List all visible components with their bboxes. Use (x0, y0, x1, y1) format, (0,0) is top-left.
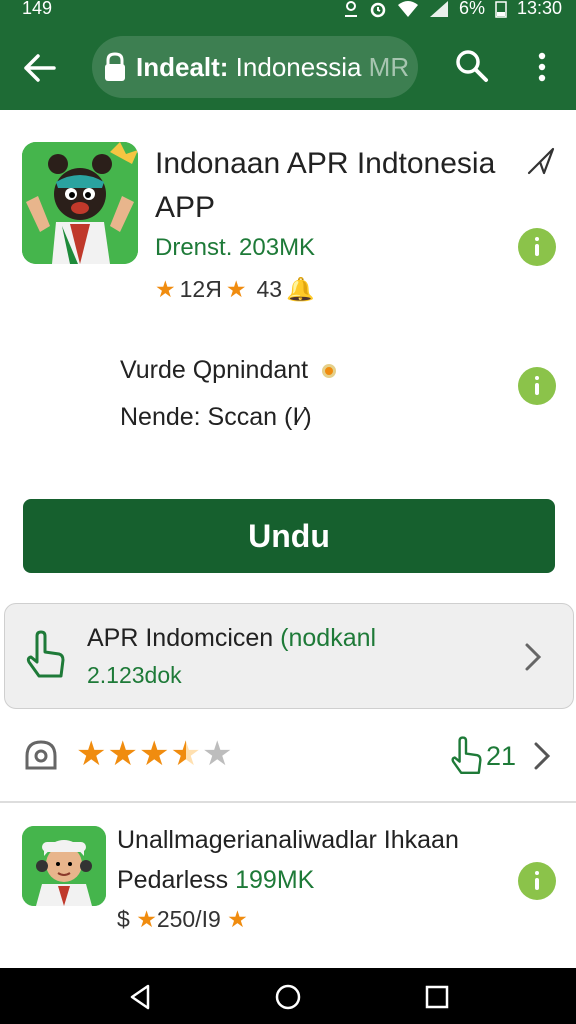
nav-back-button[interactable] (126, 982, 156, 1012)
install-button[interactable]: Undu (23, 499, 555, 573)
star-icon: ★ (138, 735, 171, 773)
lock-icon (105, 52, 125, 81)
triangle-back-icon (130, 984, 150, 1010)
list-item-rating: $ ★250/I9 ★ (117, 906, 248, 933)
divider (0, 801, 576, 803)
detail-line-1-text: Vurde Qpnindant (120, 356, 309, 384)
search-query-dim: MR (361, 52, 410, 82)
detail-line-2: Nende: Sccan (I⁄) (120, 403, 312, 431)
nav-home-button[interactable] (273, 982, 303, 1012)
location-icon (344, 0, 357, 17)
search-query: Indealt: Indonessia MR (136, 52, 409, 83)
search-icon (456, 50, 488, 82)
rating-badge-icon (25, 740, 57, 770)
related-app-title: APR Indomcicen (nodkanl (87, 624, 376, 653)
list-item-rating-value: 250/I9 (156, 906, 221, 932)
hand-pointer-icon (451, 736, 482, 774)
search-query-main: Indonessia (228, 52, 362, 82)
search-field[interactable]: Indealt: Indonessia MR (92, 36, 418, 98)
info-icon[interactable] (518, 862, 556, 900)
app-avatar-image (22, 826, 106, 906)
list-item-subtitle: Pedarless 199MK (117, 866, 314, 895)
share-button[interactable] (526, 146, 556, 176)
detail-line-1: Vurde Qpnindant (120, 356, 337, 385)
list-item-sub-size: 199MK (235, 866, 315, 894)
more-options-button[interactable] (528, 46, 556, 90)
like-count: 21 (486, 740, 517, 771)
star-icon: ★ (227, 906, 248, 932)
nav-recents-button[interactable] (422, 982, 452, 1012)
battery-percent: 6% (458, 0, 485, 18)
system-nav-bar (0, 968, 576, 1024)
app-icon (22, 142, 138, 264)
list-item-sub-prefix: Pedarless (117, 866, 229, 894)
wifi-icon (397, 0, 418, 17)
star-icon: ★ (107, 735, 139, 773)
app-rating: ★ 12Я ★ 43 🔔 (155, 276, 315, 303)
related-app-subtitle: 2.123dok (87, 662, 182, 688)
star-icon: ★ (225, 276, 247, 302)
app-title: Indonaan APR Indtonesia APP (155, 147, 496, 224)
star-icon: ★ (136, 906, 157, 932)
list-item-icon[interactable] (22, 826, 106, 906)
list-item-title[interactable]: Unallmagerianaliwadlar Ihkaan (117, 826, 459, 855)
battery-icon (495, 0, 507, 18)
star-icon: ★ (76, 735, 108, 773)
app-mascot-image (22, 142, 138, 264)
send-icon (527, 147, 555, 175)
list-item-rating-prefix: $ (117, 906, 130, 932)
search-query-bold: Indealt: (136, 52, 229, 82)
app-bar: Indealt: Indonessia MR (0, 22, 576, 110)
status-dot-icon (322, 363, 337, 378)
star-half-icon: ★ (170, 735, 202, 773)
chevron-right-icon[interactable] (532, 741, 552, 771)
status-time: 13:30 (516, 0, 562, 18)
arrow-left-icon (24, 54, 56, 82)
more-vertical-icon (538, 52, 546, 82)
search-button[interactable] (452, 46, 492, 86)
related-title-tag: (nodkanl (280, 624, 377, 652)
status-left-text: 149 (22, 0, 53, 18)
star-icon: ★ (155, 276, 176, 302)
alarm-icon (370, 2, 386, 17)
bell-icon: 🔔 (286, 276, 315, 302)
status-bar: 149 6% 13:30 (0, 0, 576, 22)
rating-value: 12Я (179, 276, 222, 302)
info-icon[interactable] (518, 367, 556, 405)
signal-icon (429, 0, 448, 17)
info-icon[interactable] (518, 228, 556, 266)
status-icons: 6% 13:30 (343, 0, 562, 19)
circle-home-icon (275, 984, 301, 1010)
review-count: 43 (256, 276, 283, 302)
hand-pointer-icon (26, 630, 65, 678)
related-app-card[interactable]: APR Indomcicen (nodkanl 2.123dok (4, 603, 574, 709)
app-developer[interactable]: Drenst. 203MK (155, 234, 315, 262)
star-empty-icon: ★ (201, 735, 234, 773)
star-rating[interactable]: ★★★★★ (76, 734, 233, 774)
chevron-right-icon (525, 643, 542, 671)
related-title-text: APR Indomcicen (87, 624, 274, 652)
like-button[interactable]: 21 (448, 736, 516, 776)
square-recents-icon (425, 985, 449, 1009)
back-button[interactable] (18, 46, 62, 90)
